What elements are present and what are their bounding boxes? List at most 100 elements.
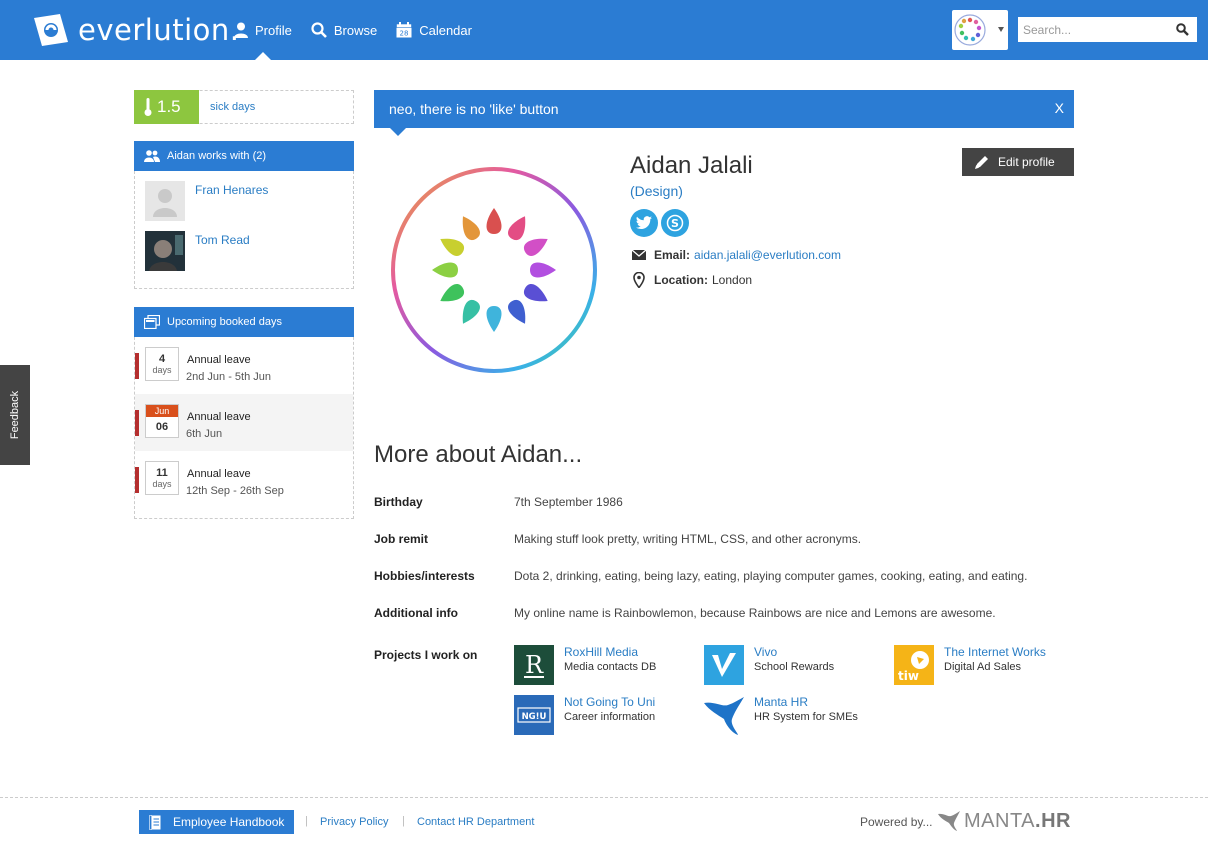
- colleague-name[interactable]: Tom Read: [195, 233, 250, 271]
- project-item[interactable]: Manta HR HR System for SMEs: [704, 695, 884, 735]
- users-icon: [144, 150, 160, 162]
- location-row: Location: London: [632, 272, 752, 288]
- contact-hr-link[interactable]: Contact HR Department: [417, 816, 534, 828]
- day-count: 11: [156, 467, 168, 479]
- roxhill-logo-letter: R: [525, 651, 544, 679]
- profile-avatar: [391, 167, 597, 373]
- leave-dates: 2nd Jun - 5th Jun: [186, 371, 272, 383]
- project-name[interactable]: The Internet Works: [944, 645, 1046, 659]
- projects-label: Projects I work on: [374, 648, 478, 662]
- colleague-item[interactable]: Tom Read: [145, 231, 353, 271]
- main-nav: Profile Browse 28 Calendar: [234, 0, 491, 61]
- email-row: Email: aidan.jalali@everlution.com: [632, 248, 841, 262]
- manta-ray-logo: [704, 697, 744, 735]
- manta-hr-logo[interactable]: MANTA .HR: [938, 808, 1071, 834]
- sick-days-value: 1.5: [157, 97, 181, 116]
- project-name[interactable]: Not Going To Uni: [564, 695, 655, 709]
- project-item[interactable]: R RoxHill Media Media contacts DB: [514, 645, 694, 685]
- stacked-pages-icon: [144, 315, 160, 329]
- notice-text: neo, there is no 'like' button: [389, 101, 559, 117]
- leave-dates: 12th Sep - 26th Sep: [186, 485, 284, 497]
- leave-type: Annual leave: [187, 468, 251, 480]
- location-label: Location:: [654, 273, 708, 287]
- chevron-down-icon: [998, 27, 1004, 32]
- booked-item[interactable]: 4 days Annual leave 2nd Jun - 5th Jun: [135, 337, 353, 394]
- colleague-name[interactable]: Fran Henares: [195, 183, 268, 221]
- detail-value: Dota 2, drinking, eating, being lazy, ea…: [514, 569, 1028, 583]
- feedback-label: Feedback: [9, 390, 21, 440]
- default-avatar-icon: [153, 189, 177, 217]
- close-notice-button[interactable]: X: [1055, 100, 1064, 116]
- sick-days-widget: 1.5 sick days: [134, 90, 354, 124]
- day-count: 4: [158, 353, 166, 365]
- nav-calendar[interactable]: 28 Calendar: [396, 0, 472, 60]
- colleague-item[interactable]: Fran Henares: [145, 181, 353, 221]
- powered-by-text: Powered by...: [860, 815, 933, 829]
- sick-days-link[interactable]: sick days: [210, 101, 255, 113]
- employee-handbook-button[interactable]: Employee Handbook: [139, 810, 294, 834]
- detail-value: 7th September 1986: [514, 495, 623, 509]
- brand-name: everlution.: [78, 13, 240, 47]
- project-desc: School Rewards: [754, 661, 835, 673]
- tiw-logo: tiw: [894, 645, 934, 685]
- ngu-logo: NG!U: [514, 695, 554, 735]
- detail-value: My online name is Rainbowlemon, because …: [514, 606, 996, 620]
- detail-key: Additional info: [374, 606, 458, 620]
- project-name[interactable]: Vivo: [754, 645, 777, 659]
- skype-link[interactable]: S: [661, 209, 689, 237]
- works-with-panel: Aidan works with (2) Fran Henares Tom Re…: [134, 141, 354, 289]
- edit-profile-button[interactable]: Edit profile: [962, 148, 1074, 176]
- manta-brand-b: .HR: [1035, 809, 1071, 832]
- detail-key: Job remit: [374, 532, 429, 546]
- roxhill-logo: R: [514, 645, 554, 685]
- footer-separator: |: [402, 815, 405, 827]
- works-with-title: Aidan works with (2): [167, 150, 267, 162]
- feedback-tab[interactable]: Feedback: [0, 365, 30, 465]
- leave-type: Annual leave: [187, 354, 251, 366]
- project-name[interactable]: RoxHill Media: [564, 645, 638, 659]
- book-icon: [149, 814, 161, 830]
- thermometer-icon: [144, 98, 152, 116]
- works-with-header: Aidan works with (2): [134, 141, 354, 171]
- employee-handbook-label: Employee Handbook: [173, 815, 285, 829]
- project-item[interactable]: NG!U Not Going To Uni Career information: [514, 695, 694, 735]
- brand-logo[interactable]: everlution.: [30, 12, 239, 48]
- project-name[interactable]: Manta HR: [754, 695, 808, 709]
- manta-ray-icon: [938, 811, 960, 831]
- upcoming-title: Upcoming booked days: [167, 316, 282, 328]
- email-link[interactable]: aidan.jalali@everlution.com: [694, 248, 841, 262]
- leave-type: Annual leave: [187, 411, 251, 423]
- privacy-policy-link[interactable]: Privacy Policy: [320, 816, 388, 828]
- twitter-icon: [636, 216, 652, 230]
- user-menu[interactable]: [952, 10, 1008, 50]
- profile-department[interactable]: (Design): [630, 183, 683, 199]
- search-submit-icon[interactable]: [1176, 23, 1189, 36]
- detail-value: Making stuff look pretty, writing HTML, …: [514, 532, 862, 546]
- email-label: Email:: [654, 248, 691, 262]
- upcoming-header: Upcoming booked days: [134, 307, 354, 337]
- nav-profile[interactable]: Profile: [234, 0, 292, 61]
- calendar-icon: 28: [396, 22, 413, 38]
- pencil-icon: [975, 156, 988, 169]
- project-desc: HR System for SMEs: [754, 711, 858, 723]
- date-badge: Jun 06: [145, 404, 179, 438]
- leave-type-marker: [135, 353, 139, 379]
- booked-item[interactable]: Jun 06 Annual leave 6th Jun: [135, 394, 353, 451]
- skype-icon: S: [666, 214, 684, 232]
- project-item[interactable]: Vivo School Rewards: [704, 645, 884, 685]
- project-desc: Media contacts DB: [564, 661, 657, 673]
- project-item[interactable]: tiw The Internet Works Digital Ad Sales: [894, 645, 1074, 685]
- twitter-link[interactable]: [630, 209, 658, 237]
- detail-key: Hobbies/interests: [374, 569, 475, 583]
- leave-type-marker: [135, 410, 139, 436]
- nav-browse[interactable]: Browse: [311, 0, 377, 60]
- everlution-logo-icon: [34, 14, 68, 46]
- svg-text:28: 28: [400, 30, 409, 38]
- search-box: [1018, 17, 1197, 42]
- day-count-badge: 4 days: [145, 347, 179, 381]
- booked-item[interactable]: 11 days Annual leave 12th Sep - 26th Sep: [135, 451, 353, 508]
- day-unit: days: [152, 479, 172, 489]
- search-input[interactable]: [1018, 17, 1168, 42]
- location-value: London: [712, 273, 753, 287]
- user-avatar-icon: [954, 14, 986, 46]
